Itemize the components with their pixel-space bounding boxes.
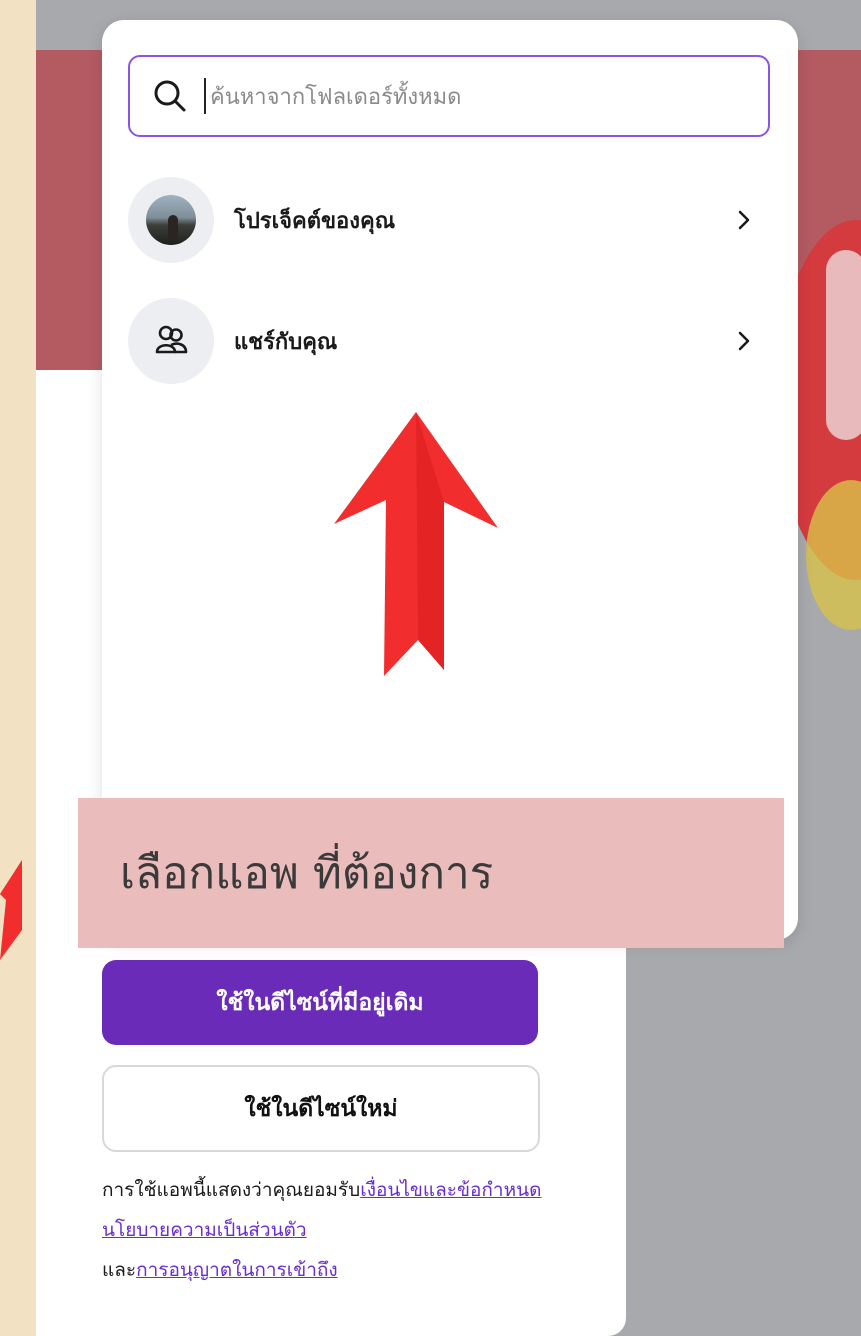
instruction-text: เลือกแอพ ที่ต้องการ xyxy=(120,848,494,899)
annotation-arrow-left-icon xyxy=(0,860,22,960)
chevron-right-icon xyxy=(738,210,750,230)
folder-item-your-projects[interactable]: โปรเจ็คต์ของคุณ xyxy=(128,177,770,263)
search-icon xyxy=(154,80,186,112)
terms-prefix: การใช้แอพนี้แสดงว่าคุณยอมรับ xyxy=(102,1179,361,1201)
folder-item-label: แชร์กับคุณ xyxy=(234,329,338,355)
search-input[interactable]: ค้นหาจากโฟลเดอร์ทั้งหมด xyxy=(128,55,770,137)
terms-and: และ xyxy=(102,1259,137,1281)
chevron-right-icon xyxy=(738,331,750,351)
use-in-existing-design-button[interactable]: ใช้ในดีไซน์ที่มีอยู่เดิม xyxy=(102,960,538,1045)
background-graphic-highlight xyxy=(826,250,861,440)
privacy-policy-link[interactable]: นโยบายความเป็นส่วนตัว xyxy=(102,1219,307,1241)
search-placeholder: ค้นหาจากโฟลเดอร์ทั้งหมด xyxy=(210,84,462,110)
people-icon xyxy=(155,325,188,354)
use-in-new-design-button[interactable]: ใช้ในดีไซน์ใหม่ xyxy=(102,1065,540,1152)
avatar xyxy=(146,195,196,245)
annotation-arrow-up-icon xyxy=(334,412,498,676)
instruction-banner: เลือกแอพ ที่ต้องการ xyxy=(78,798,784,948)
avatar-container xyxy=(128,177,214,263)
terms-link[interactable]: เงื่อนไขและข้อกำหนด xyxy=(360,1179,541,1201)
folder-item-shared-with-you[interactable]: แชร์กับคุณ xyxy=(128,298,770,384)
people-icon-container xyxy=(128,298,214,384)
terms-notice: การใช้แอพนี้แสดงว่าคุณยอมรับเงื่อนไขและข… xyxy=(102,1170,542,1290)
folder-item-label: โปรเจ็คต์ของคุณ xyxy=(234,208,396,234)
access-permission-link[interactable]: การอนุญาตในการเข้าถึง xyxy=(136,1259,338,1281)
text-cursor xyxy=(204,78,206,114)
